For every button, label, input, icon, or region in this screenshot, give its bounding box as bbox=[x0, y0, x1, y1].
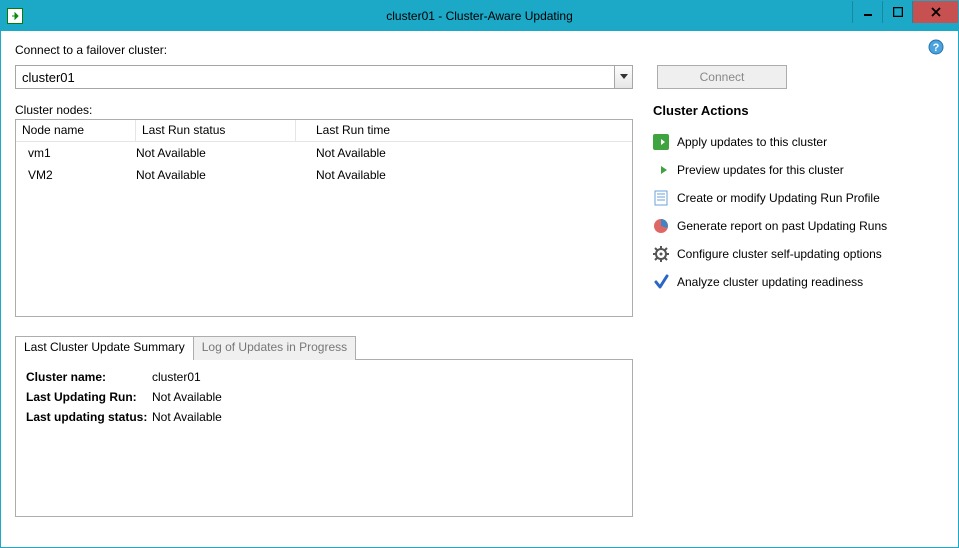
summary-key: Last Updating Run: bbox=[26, 390, 152, 404]
cell-time: Not Available bbox=[296, 146, 632, 160]
report-icon bbox=[653, 218, 669, 234]
tab-summary[interactable]: Last Cluster Update Summary bbox=[15, 336, 194, 360]
connect-button[interactable]: Connect bbox=[657, 65, 787, 89]
summary-key: Last updating status: bbox=[26, 410, 152, 424]
cell-status: Not Available bbox=[136, 146, 296, 160]
check-icon bbox=[653, 274, 669, 290]
cluster-combo-value[interactable]: cluster01 bbox=[16, 70, 614, 85]
tabs-wrap: Last Cluster Update Summary Log of Updat… bbox=[15, 335, 633, 517]
cell-node-name: VM2 bbox=[16, 168, 136, 182]
action-apply-updates[interactable]: Apply updates to this cluster bbox=[653, 128, 944, 156]
cluster-combo[interactable]: cluster01 bbox=[15, 65, 633, 89]
summary-val: Not Available bbox=[152, 410, 222, 424]
col-node-name[interactable]: Node name bbox=[16, 120, 136, 141]
cell-status: Not Available bbox=[136, 168, 296, 182]
cell-time: Not Available bbox=[296, 168, 632, 182]
right-column: Cluster Actions Apply updates to this cl… bbox=[653, 103, 944, 517]
action-label: Apply updates to this cluster bbox=[677, 135, 827, 149]
summary-row: Cluster name: cluster01 bbox=[26, 370, 622, 384]
preview-icon bbox=[653, 162, 669, 178]
tab-panel: Cluster name: cluster01 Last Updating Ru… bbox=[15, 359, 633, 517]
action-generate-report[interactable]: Generate report on past Updating Runs bbox=[653, 212, 944, 240]
action-configure-self-updating[interactable]: Configure cluster self-updating options bbox=[653, 240, 944, 268]
help-icon[interactable]: ? bbox=[928, 39, 944, 55]
app-window: cluster01 - Cluster-Aware Updating ? Con… bbox=[0, 0, 959, 548]
cluster-actions-title: Cluster Actions bbox=[653, 103, 944, 118]
chevron-down-icon bbox=[620, 74, 628, 80]
cell-node-name: vm1 bbox=[16, 146, 136, 160]
action-preview-updates[interactable]: Preview updates for this cluster bbox=[653, 156, 944, 184]
nodes-grid: Node name Last Run status Last Run time … bbox=[15, 119, 633, 317]
connect-label: Connect to a failover cluster: bbox=[15, 43, 167, 57]
columns: Cluster nodes: Node name Last Run status… bbox=[15, 103, 944, 517]
col-last-run-status[interactable]: Last Run status bbox=[136, 120, 296, 141]
action-label: Create or modify Updating Run Profile bbox=[677, 191, 880, 205]
close-button[interactable] bbox=[912, 1, 958, 23]
profile-icon bbox=[653, 190, 669, 206]
tab-log[interactable]: Log of Updates in Progress bbox=[193, 336, 356, 360]
left-column: Cluster nodes: Node name Last Run status… bbox=[15, 103, 633, 517]
grid-body: vm1 Not Available Not Available VM2 Not … bbox=[16, 142, 632, 186]
action-analyze-readiness[interactable]: Analyze cluster updating readiness bbox=[653, 268, 944, 296]
summary-val: Not Available bbox=[152, 390, 222, 404]
action-label: Configure cluster self-updating options bbox=[677, 247, 882, 261]
grid-header: Node name Last Run status Last Run time bbox=[16, 120, 632, 142]
summary-row: Last Updating Run: Not Available bbox=[26, 390, 622, 404]
table-row[interactable]: VM2 Not Available Not Available bbox=[16, 164, 632, 186]
svg-text:?: ? bbox=[933, 42, 940, 54]
app-icon bbox=[7, 8, 23, 24]
minimize-button[interactable] bbox=[852, 1, 882, 23]
action-label: Generate report on past Updating Runs bbox=[677, 219, 887, 233]
action-label: Analyze cluster updating readiness bbox=[677, 275, 863, 289]
cluster-combo-dropdown-button[interactable] bbox=[614, 66, 632, 88]
connect-row: cluster01 Connect bbox=[15, 65, 944, 89]
maximize-button[interactable] bbox=[882, 1, 912, 23]
window-controls bbox=[852, 1, 958, 23]
summary-val: cluster01 bbox=[152, 370, 201, 384]
action-label: Preview updates for this cluster bbox=[677, 163, 844, 177]
summary-row: Last updating status: Not Available bbox=[26, 410, 622, 424]
window-title: cluster01 - Cluster-Aware Updating bbox=[1, 9, 958, 23]
apply-updates-icon bbox=[653, 134, 669, 150]
cluster-nodes-label: Cluster nodes: bbox=[15, 103, 633, 117]
summary-key: Cluster name: bbox=[26, 370, 152, 384]
col-last-run-time[interactable]: Last Run time bbox=[296, 120, 632, 141]
client-area: ? Connect to a failover cluster: cluster… bbox=[15, 39, 944, 533]
table-row[interactable]: vm1 Not Available Not Available bbox=[16, 142, 632, 164]
titlebar: cluster01 - Cluster-Aware Updating bbox=[1, 1, 958, 31]
tabbar: Last Cluster Update Summary Log of Updat… bbox=[15, 335, 633, 359]
action-run-profile[interactable]: Create or modify Updating Run Profile bbox=[653, 184, 944, 212]
gear-icon bbox=[653, 246, 669, 262]
